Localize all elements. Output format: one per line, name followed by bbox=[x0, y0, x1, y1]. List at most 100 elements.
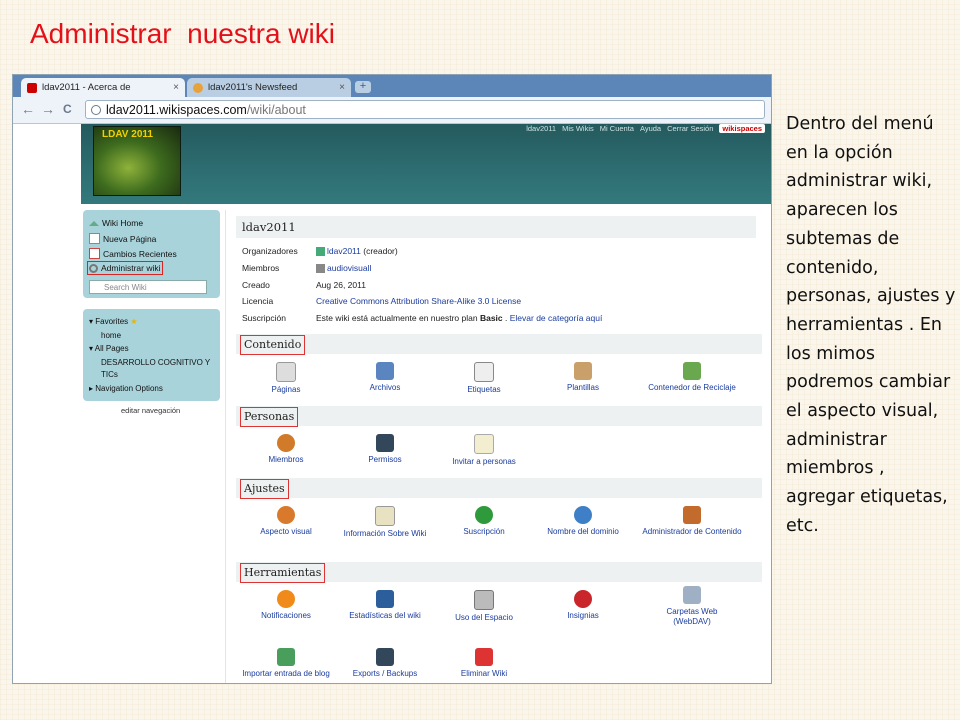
info-label: Licencia bbox=[242, 296, 274, 306]
alert-icon bbox=[277, 590, 295, 608]
delete-icon bbox=[475, 648, 493, 666]
close-tab-icon[interactable]: × bbox=[173, 82, 179, 93]
tool-label: Aspecto visual bbox=[260, 527, 312, 536]
tool-exports-backups[interactable]: Exports / Backups bbox=[335, 648, 435, 679]
section-herramientas: Herramientas bbox=[236, 562, 762, 583]
tool-label: Suscripción bbox=[463, 527, 505, 536]
tool-suscripcion[interactable]: Suscripción bbox=[434, 506, 534, 537]
tool-importar-blog[interactable]: Importar entrada de blog bbox=[236, 648, 336, 679]
tool-carpetas-web[interactable]: Carpetas Web (WebDAV) bbox=[632, 586, 752, 627]
search-input[interactable]: Search Wiki bbox=[89, 280, 207, 294]
tool-nombre-dominio[interactable]: Nombre del dominio bbox=[533, 506, 633, 537]
logout-link[interactable]: Cerrar Sesión bbox=[667, 124, 713, 133]
info-card-icon bbox=[375, 506, 395, 526]
url-input[interactable]: ldav2011.wikispaces.com/wiki/about bbox=[85, 100, 765, 119]
organizer-link[interactable]: ldav2011 bbox=[327, 246, 361, 256]
tool-miembros[interactable]: Miembros bbox=[236, 434, 336, 465]
slide-title: Administrar nuestra wiki bbox=[30, 18, 335, 49]
disk-usage-icon bbox=[474, 590, 494, 610]
tool-aspecto-visual[interactable]: Aspecto visual bbox=[236, 506, 336, 537]
close-tab-icon[interactable]: × bbox=[339, 82, 345, 93]
tool-label: Contenedor de Reciclaje bbox=[648, 383, 736, 392]
sidebar-item-cambios-recientes[interactable]: Cambios Recientes bbox=[89, 248, 177, 259]
upgrade-link[interactable]: Elevar de categoría aquí bbox=[510, 313, 603, 323]
reload-button[interactable]: C bbox=[63, 102, 72, 116]
wikispaces-logo[interactable]: wikispaces bbox=[719, 124, 765, 133]
section-label: Contenido bbox=[240, 335, 306, 355]
plan-text: Este wiki está actualmente en nuestro pl… bbox=[316, 313, 480, 323]
backup-disk-icon bbox=[376, 648, 394, 666]
tool-etiquetas[interactable]: Etiquetas bbox=[434, 362, 534, 395]
member-link[interactable]: audiovisuall bbox=[327, 263, 371, 273]
license-link[interactable]: Creative Commons Attribution Share-Alike… bbox=[316, 296, 521, 306]
palette-icon bbox=[277, 506, 295, 524]
tool-label: Invitar a personas bbox=[452, 457, 516, 466]
main-panel: ldav2011 Organizadores ldav2011 (creador… bbox=[225, 210, 771, 683]
nav-link-home[interactable]: home bbox=[101, 331, 121, 340]
back-button[interactable]: ← bbox=[21, 101, 35, 117]
all-pages-toggle[interactable]: ▾ All Pages bbox=[89, 344, 129, 353]
section-ajustes: Ajustes bbox=[236, 478, 762, 499]
my-account-link[interactable]: Mi Cuenta bbox=[600, 124, 634, 133]
navigation-options-toggle[interactable]: ▸ Navigation Options bbox=[89, 384, 163, 393]
help-link[interactable]: Ayuda bbox=[640, 124, 661, 133]
sidebar-item-nueva-pagina[interactable]: Nueva Página bbox=[89, 233, 156, 244]
tool-notificaciones[interactable]: Notificaciones bbox=[236, 590, 336, 621]
tool-archivos[interactable]: Archivos bbox=[335, 362, 435, 393]
url-path: /wiki/about bbox=[246, 103, 306, 117]
tool-label: Exports / Backups bbox=[352, 669, 418, 678]
info-label: Miembros bbox=[242, 263, 280, 273]
globe-icon bbox=[574, 506, 592, 524]
sidebar-item-wiki-home[interactable]: Wiki Home bbox=[89, 218, 143, 228]
tool-eliminar-wiki[interactable]: Eliminar Wiki bbox=[434, 648, 534, 679]
page-content: LDAV 2011 ldav2011 Mis Wikis Mi Cuenta A… bbox=[13, 124, 771, 683]
section-contenido: Contenido bbox=[236, 334, 762, 355]
tool-insignias[interactable]: Insignias bbox=[533, 590, 633, 621]
navigation-options-label: Navigation Options bbox=[95, 384, 163, 393]
tab-label: ldav2011 - Acerca de bbox=[42, 82, 131, 93]
sidebar-item-administrar-wiki[interactable]: Administrar wiki bbox=[87, 261, 163, 275]
tool-paginas[interactable]: Páginas bbox=[236, 362, 336, 395]
tool-invitar[interactable]: Invitar a personas bbox=[434, 434, 534, 467]
webdav-folder-icon bbox=[683, 586, 701, 604]
tool-permisos[interactable]: Permisos bbox=[335, 434, 435, 465]
sidebar-item-label: Nueva Página bbox=[103, 233, 157, 244]
address-bar: ← → C ldav2011.wikispaces.com/wiki/about bbox=[13, 97, 771, 124]
new-page-icon bbox=[89, 233, 100, 244]
browser-screenshot: ldav2011 - Acerca de × ldav2011's Newsfe… bbox=[12, 74, 772, 684]
edit-navigation-link[interactable]: editar navegación bbox=[121, 406, 180, 415]
my-wikis-link[interactable]: Mis Wikis bbox=[562, 124, 594, 133]
wiki-favicon-icon bbox=[27, 82, 37, 93]
tab-newsfeed[interactable]: ldav2011's Newsfeed × bbox=[187, 78, 351, 97]
page-gutter bbox=[13, 124, 81, 683]
permissions-icon bbox=[376, 434, 394, 452]
wiki-logo[interactable]: LDAV 2011 bbox=[93, 126, 181, 196]
tags-icon bbox=[474, 362, 494, 382]
tool-label: Estadísticas del wiki bbox=[349, 611, 421, 620]
stats-chart-icon bbox=[376, 590, 394, 608]
forward-button[interactable]: → bbox=[41, 101, 55, 117]
nav-link-desarrollo[interactable]: DESARROLLO COGNITIVO Y TICs bbox=[101, 357, 217, 381]
tool-estadisticas[interactable]: Estadísticas del wiki bbox=[335, 590, 435, 621]
clipboard-icon bbox=[574, 362, 592, 380]
favorites-toggle[interactable]: ▾ Favorites ★ bbox=[89, 317, 138, 326]
tool-contenedor-reciclaje[interactable]: Contenedor de Reciclaje bbox=[632, 362, 752, 393]
dollar-icon bbox=[475, 506, 493, 524]
logo-text: LDAV 2011 bbox=[102, 129, 153, 140]
tool-label: Eliminar Wiki bbox=[460, 669, 508, 678]
plan-name: Basic bbox=[479, 313, 503, 323]
sidebar-item-label: Cambios Recientes bbox=[103, 248, 177, 259]
tab-acerca-de[interactable]: ldav2011 - Acerca de × bbox=[21, 78, 185, 97]
sidebar-item-label: Wiki Home bbox=[102, 218, 144, 228]
recycle-bin-icon bbox=[683, 362, 701, 380]
new-tab-button[interactable]: + bbox=[355, 81, 371, 93]
info-label: Creado bbox=[242, 280, 270, 290]
tool-plantillas[interactable]: Plantillas bbox=[533, 362, 633, 393]
home-icon bbox=[89, 220, 99, 226]
user-link[interactable]: ldav2011 bbox=[526, 124, 556, 133]
tool-administrador-contenido[interactable]: Administrador de Contenido bbox=[632, 506, 752, 537]
tool-label: Insignias bbox=[567, 611, 599, 620]
tool-uso-espacio[interactable]: Uso del Espacio bbox=[434, 590, 534, 623]
tool-informacion-wiki[interactable]: Información Sobre Wiki bbox=[335, 506, 435, 539]
sidebar-navigation: ▾ Favorites ★ home ▾ All Pages DESARROLL… bbox=[83, 309, 220, 401]
